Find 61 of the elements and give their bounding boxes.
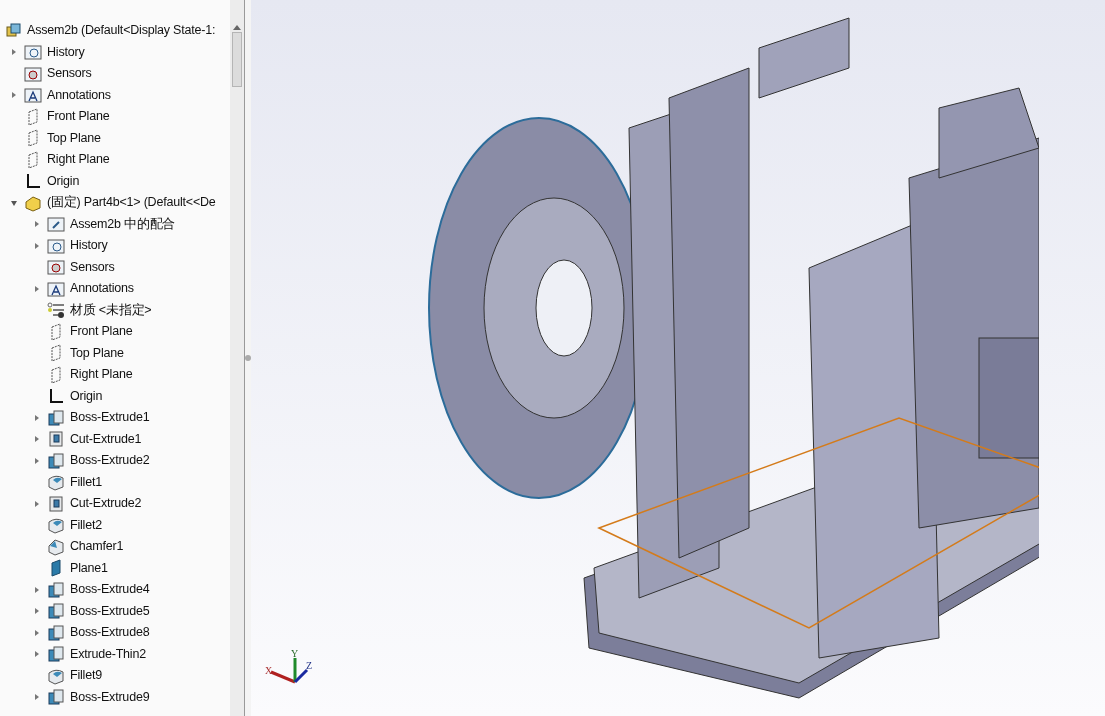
tree-item[interactable]: Chamfer1 [70, 536, 124, 558]
cut-extrude-icon [47, 494, 65, 513]
assembly-icon [4, 21, 22, 40]
tree-item[interactable]: Right Plane [47, 149, 110, 171]
splitter-handle[interactable] [245, 0, 251, 716]
tree-item[interactable]: (固定) Part4b<1> (Default<<De [47, 192, 216, 214]
tree-item[interactable]: Top Plane [47, 127, 101, 149]
sensor-folder-icon [24, 64, 42, 83]
tree-item[interactable]: Origin [47, 170, 80, 192]
history-folder-icon [24, 43, 42, 62]
tree-item[interactable]: Front Plane [47, 106, 110, 128]
y-axis-label: Y [291, 647, 299, 661]
tree-item[interactable]: Annotations [47, 84, 111, 106]
tree-item[interactable]: Right Plane [70, 364, 133, 386]
tree-item[interactable]: Fillet9 [70, 665, 102, 687]
tree-item[interactable]: Top Plane [70, 342, 124, 364]
annotation-folder-icon [47, 279, 65, 298]
scroll-thumb[interactable] [232, 32, 242, 87]
tree-item[interactable]: Front Plane [70, 321, 133, 343]
history-folder-icon [47, 236, 65, 255]
fillet-icon [47, 473, 65, 492]
tree-item[interactable]: History [70, 235, 108, 257]
cut-extrude-icon [47, 430, 65, 449]
tree-item[interactable]: Annotations [70, 278, 134, 300]
tree-item[interactable]: Boss-Extrude5 [70, 600, 150, 622]
tree-item[interactable]: Origin [70, 385, 103, 407]
tree-item[interactable]: Fillet1 [70, 471, 102, 493]
extrude-icon [47, 451, 65, 470]
z-axis-label: Z [306, 659, 313, 673]
extrude-icon [47, 688, 65, 707]
chamfer-icon [47, 537, 65, 556]
annotation-folder-icon [24, 86, 42, 105]
origin-axes-icon [47, 387, 65, 406]
tree-item[interactable]: Assem2b (Default<Display State-1: [27, 20, 216, 42]
tree-item[interactable]: Cut-Extrude1 [70, 428, 142, 450]
tree-item[interactable]: Fillet2 [70, 514, 102, 536]
x-axis-label: X [265, 664, 273, 678]
sensor-folder-icon [47, 258, 65, 277]
material-list-icon [47, 301, 65, 320]
extrude-icon [47, 602, 65, 621]
tree-item[interactable]: History [47, 41, 85, 63]
extrude-icon [47, 645, 65, 664]
tree-item[interactable]: Plane1 [70, 557, 108, 579]
fillet-icon [47, 516, 65, 535]
tree-item[interactable]: Boss-Extrude1 [70, 407, 150, 429]
tree-item[interactable]: Boss-Extrude9 [70, 686, 150, 708]
tree-item[interactable]: Cut-Extrude2 [70, 493, 142, 515]
tree-item[interactable]: Boss-Extrude2 [70, 450, 150, 472]
extrude-icon [47, 623, 65, 642]
scroll-up-icon[interactable] [233, 24, 241, 30]
tree-item[interactable]: 材质 <未指定> [70, 299, 152, 321]
origin-axes-icon [24, 172, 42, 191]
extrude-icon [47, 408, 65, 427]
tree-item[interactable]: Assem2b 中的配合 [70, 213, 176, 235]
extrude-icon [47, 580, 65, 599]
tree-item[interactable]: Sensors [70, 256, 115, 278]
tree-item[interactable]: Boss-Extrude4 [70, 579, 150, 601]
tree-item[interactable]: Boss-Extrude8 [70, 622, 150, 644]
tree-item[interactable]: Extrude-Thin2 [70, 643, 146, 665]
scrollbar[interactable] [230, 0, 244, 716]
tree-item[interactable]: Sensors [47, 63, 92, 85]
